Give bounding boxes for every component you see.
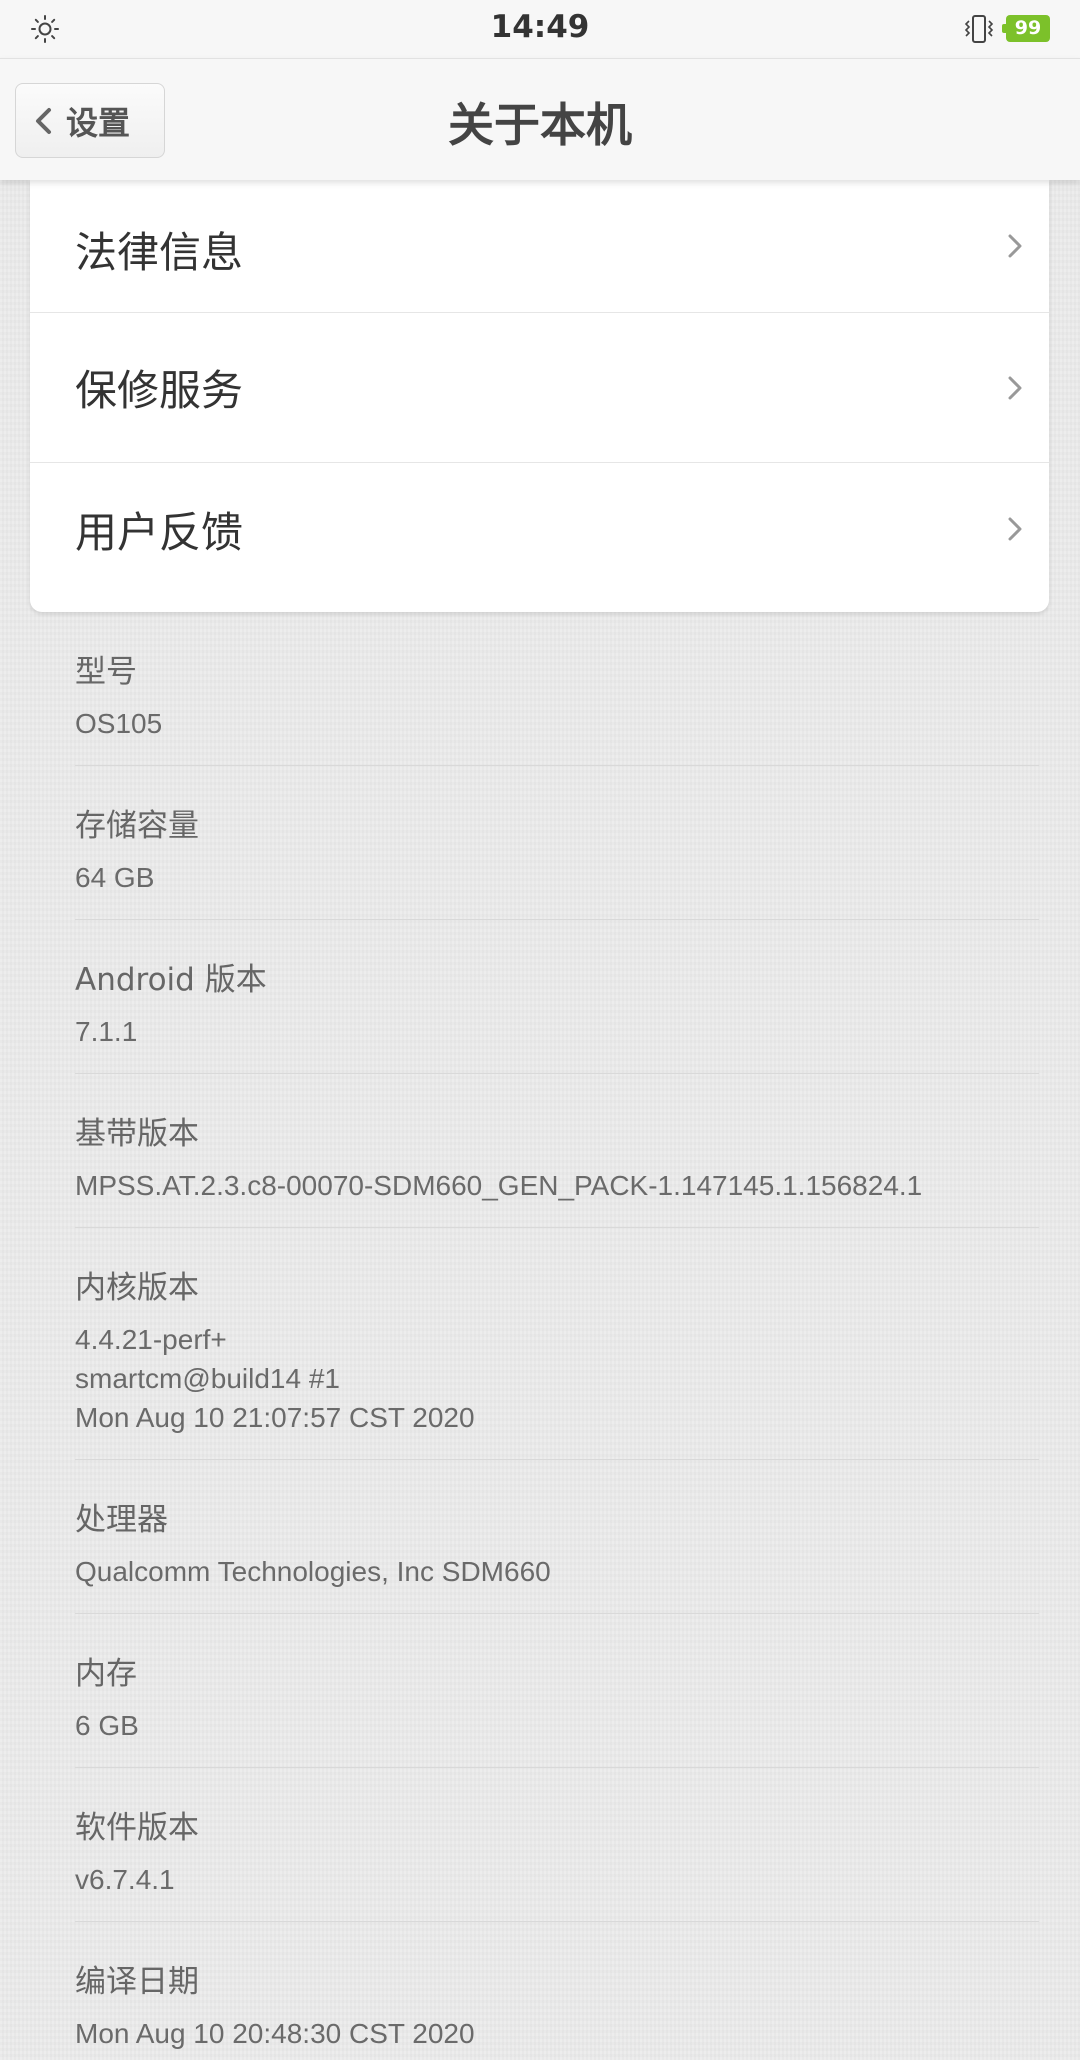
info-label: Android 版本	[75, 962, 267, 998]
menu-item-user-feedback[interactable]: 用户反馈	[30, 463, 1049, 595]
chevron-right-icon	[1008, 376, 1022, 399]
page-title: 关于本机	[448, 98, 632, 152]
menu-item-label: 法律信息	[75, 227, 244, 277]
chevron-right-icon	[1008, 517, 1022, 541]
info-value: OS105	[75, 708, 163, 739]
info-value: v6.7.4.1	[75, 1864, 175, 1895]
info-label: 存储容量	[75, 808, 199, 844]
info-item-baseband-version: 基带版本 MPSS.AT.2.3.c8-00070-SDM660_GEN_PAC…	[75, 1074, 1039, 1228]
menu-card: 法律信息 保修服务 用户反馈	[30, 180, 1049, 612]
menu-item-label: 用户反馈	[75, 507, 244, 557]
info-label: 基带版本	[75, 1116, 199, 1152]
status-time: 14:49	[490, 9, 590, 45]
title-bar: 设置 关于本机	[0, 58, 1080, 180]
info-item-model: 型号 OS105	[75, 612, 1039, 766]
info-value: 7.1.1	[75, 1016, 138, 1047]
menu-item-legal-info[interactable]: 法律信息	[30, 180, 1049, 313]
info-item-processor: 处理器 Qualcomm Technologies, Inc SDM660	[75, 1460, 1039, 1614]
info-label: 型号	[75, 654, 137, 690]
status-bar: 14:49 99	[0, 0, 1080, 58]
info-value: Qualcomm Technologies, Inc SDM660	[75, 1556, 551, 1587]
info-label: 编译日期	[75, 1964, 199, 2000]
device-info-list: 型号 OS105 存储容量 64 GB Android 版本 7.1.1 基带版…	[75, 612, 1039, 2060]
info-item-storage: 存储容量 64 GB	[75, 766, 1039, 920]
info-label: 内核版本	[75, 1270, 199, 1306]
menu-item-label: 保修服务	[75, 366, 244, 415]
menu-item-warranty-service[interactable]: 保修服务	[30, 313, 1049, 463]
info-item-kernel-version: 内核版本 4.4.21-perf+ smartcm@build14 #1 Mon…	[75, 1228, 1039, 1460]
info-value: 6 GB	[75, 1710, 139, 1741]
info-item-memory: 内存 6 GB	[75, 1614, 1039, 1768]
info-label: 软件版本	[75, 1810, 199, 1846]
info-item-android-version: Android 版本 7.1.1	[75, 920, 1039, 1074]
info-value: Mon Aug 10 20:48:30 CST 2020	[75, 2018, 475, 2049]
info-value: 64 GB	[75, 862, 155, 893]
vibrate-icon	[964, 15, 994, 43]
info-label: 处理器	[75, 1502, 168, 1538]
battery-icon: 99	[1002, 15, 1050, 42]
info-label: 内存	[75, 1656, 137, 1692]
chevron-right-icon	[1008, 234, 1022, 258]
info-item-build-date: 编译日期 Mon Aug 10 20:48:30 CST 2020	[75, 1922, 1039, 2060]
info-value: 4.4.21-perf+ smartcm@build14 #1 Mon Aug …	[75, 1324, 475, 1433]
info-value: MPSS.AT.2.3.c8-00070-SDM660_GEN_PACK-1.1…	[75, 1170, 923, 1201]
info-item-software-version: 软件版本 v6.7.4.1	[75, 1768, 1039, 1922]
